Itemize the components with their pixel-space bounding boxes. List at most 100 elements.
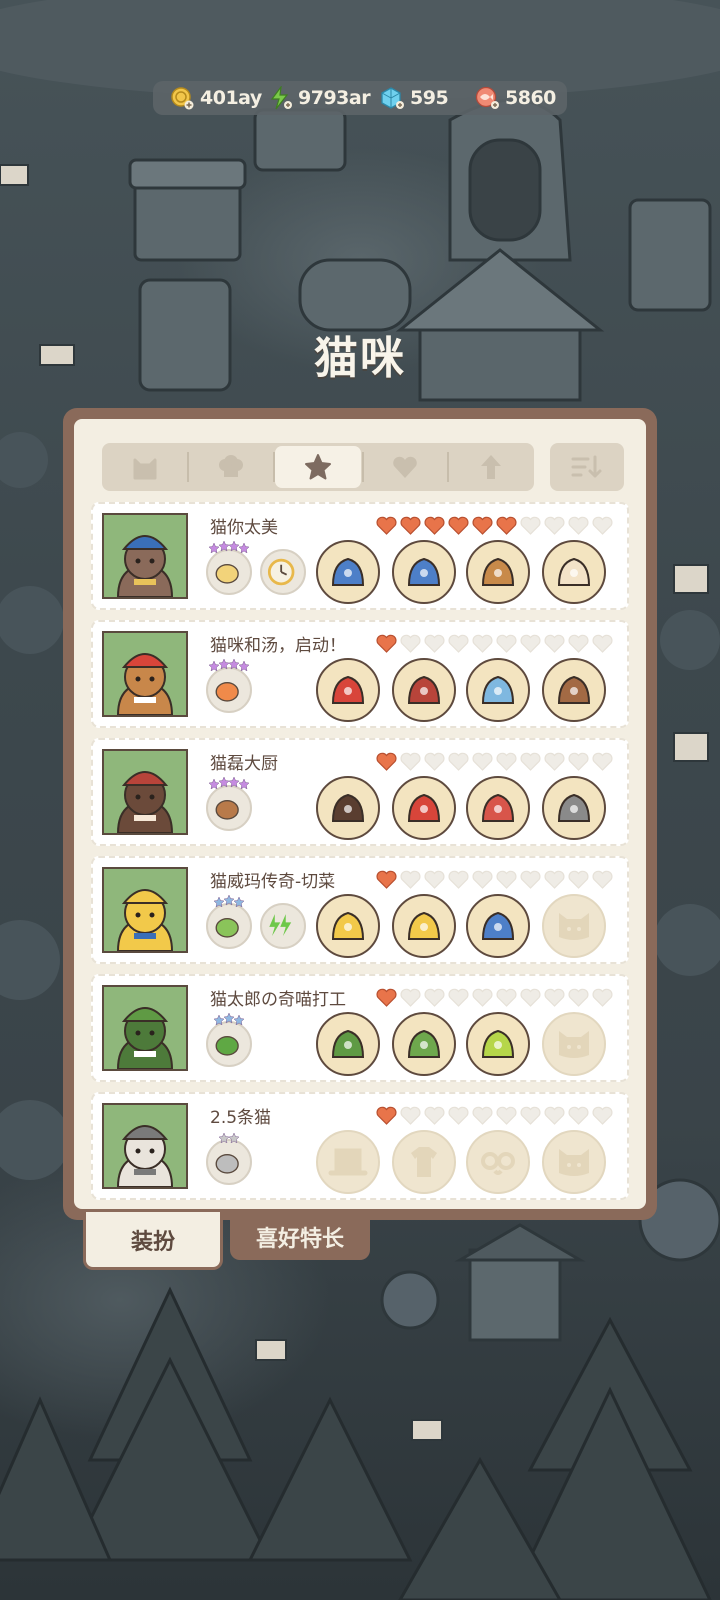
cat-portrait[interactable]	[102, 867, 188, 953]
skill-badge[interactable]	[260, 903, 306, 949]
cat-name: 猫威玛传奇-切菜	[210, 872, 336, 892]
heart-filled-icon	[376, 516, 397, 535]
cat-portrait[interactable]	[102, 513, 188, 599]
tab-outfit[interactable]: 装扮	[83, 1212, 223, 1270]
outfit-slot[interactable]	[542, 1130, 606, 1194]
blue-cap-icon	[331, 557, 365, 586]
energy-counter[interactable]: 9793ar	[268, 81, 371, 115]
heart-empty-icon	[520, 752, 541, 771]
heart-filled-icon	[376, 1106, 397, 1125]
outfit-slot[interactable]	[466, 776, 530, 840]
cat-portrait[interactable]	[102, 1103, 188, 1189]
cat-name: 猫磊大厨	[210, 754, 278, 774]
outfit-slot[interactable]	[316, 1130, 380, 1194]
outfit-slot[interactable]	[466, 1012, 530, 1076]
skill-stars	[218, 1132, 240, 1143]
tab-chef[interactable]	[188, 443, 274, 491]
tab-cats[interactable]	[102, 443, 188, 491]
cat-card[interactable]: 2.5条猫	[91, 1092, 629, 1200]
cat-avatar-icon	[104, 869, 186, 951]
outfit-slot[interactable]	[392, 540, 456, 604]
coin-icon	[171, 87, 194, 110]
cat-card[interactable]: 猫咪和汤，启动！	[91, 620, 629, 728]
heart-empty-icon	[520, 988, 541, 1007]
cat-portrait[interactable]	[102, 749, 188, 835]
outfit-slot[interactable]	[466, 1130, 530, 1194]
cat-avatar-icon	[104, 987, 186, 1069]
outfit-slot[interactable]	[542, 540, 606, 604]
affection-hearts	[376, 1106, 613, 1125]
cat-card[interactable]: 猫太郎の奇喵打工	[91, 974, 629, 1082]
outfit-slot[interactable]	[542, 894, 606, 958]
outfit-slot[interactable]	[316, 894, 380, 958]
heart-empty-icon	[424, 870, 445, 889]
outfit-slot[interactable]	[466, 658, 530, 722]
tab-preferences[interactable]: 喜好特长	[230, 1214, 370, 1260]
raccoon-icon	[557, 793, 591, 822]
heart-empty-icon	[424, 634, 445, 653]
skill-badge[interactable]	[206, 1139, 252, 1185]
outfit-slot[interactable]	[316, 540, 380, 604]
cat-card[interactable]: 猫威玛传奇-切菜	[91, 856, 629, 964]
heart-empty-icon	[400, 634, 421, 653]
gem-counter[interactable]: 595	[380, 81, 449, 115]
heart-filled-icon	[448, 516, 469, 535]
skill-stars	[208, 541, 250, 553]
skill-badge[interactable]	[206, 1021, 252, 1067]
skill-badge[interactable]	[206, 549, 252, 595]
cat-portrait[interactable]	[102, 985, 188, 1071]
tab-upgrade[interactable]	[448, 443, 534, 491]
heart-empty-icon	[544, 752, 565, 771]
outfit-slot[interactable]	[316, 1012, 380, 1076]
heart-empty-icon	[544, 1106, 565, 1125]
juice-bottle-icon	[215, 682, 239, 702]
tab-favorites[interactable]	[275, 446, 361, 488]
heart-filled-icon	[376, 752, 397, 771]
stopwatch-icon	[267, 558, 295, 586]
skill-badge[interactable]	[206, 667, 252, 713]
outfit-slot[interactable]	[392, 658, 456, 722]
heart-empty-icon	[520, 634, 541, 653]
tab-affection[interactable]	[362, 443, 448, 491]
outfit-slot[interactable]	[392, 894, 456, 958]
skill-badge[interactable]	[206, 785, 252, 831]
outfit-slot[interactable]	[316, 776, 380, 840]
heart-empty-icon	[448, 634, 469, 653]
heart-empty-icon	[544, 988, 565, 1007]
heart-empty-icon	[400, 870, 421, 889]
skill-stars	[213, 1013, 245, 1025]
outfit-slot[interactable]	[392, 1012, 456, 1076]
heart-empty-icon	[448, 752, 469, 771]
affection-hearts	[376, 516, 613, 535]
fish-counter[interactable]: 5860	[475, 81, 556, 115]
cat-name: 猫你太美	[210, 518, 278, 538]
skill-badge[interactable]	[260, 549, 306, 595]
coin-value: 401ay	[200, 87, 262, 109]
sort-icon	[571, 455, 602, 478]
cat-portrait[interactable]	[102, 631, 188, 717]
outfit-slot[interactable]	[542, 658, 606, 722]
blue-vest-icon	[407, 557, 441, 586]
outfit-slot[interactable]	[542, 1012, 606, 1076]
heart-filled-icon	[424, 516, 445, 535]
cat-card[interactable]: 猫你太美	[91, 502, 629, 610]
outfit-slot[interactable]	[466, 540, 530, 604]
outfit-slot[interactable]	[466, 894, 530, 958]
locked-pet-icon	[559, 1149, 589, 1176]
heart-empty-icon	[496, 988, 517, 1007]
heart-empty-icon	[544, 516, 565, 535]
outfit-slot[interactable]	[392, 1130, 456, 1194]
coin-counter[interactable]: 401ay	[170, 81, 262, 115]
fish-icon	[475, 86, 499, 109]
outfit-slot[interactable]	[542, 776, 606, 840]
yellow-raincoat-icon	[407, 911, 441, 940]
teddy-bear-icon	[481, 557, 515, 586]
cat-card[interactable]: 猫磊大厨	[91, 738, 629, 846]
skill-badge[interactable]	[206, 903, 252, 949]
energy-value: 9793ar	[298, 87, 371, 109]
heart-icon	[393, 456, 417, 478]
sort-button[interactable]	[550, 443, 624, 491]
outfit-slot[interactable]	[392, 776, 456, 840]
heart-empty-icon	[568, 516, 589, 535]
outfit-slot[interactable]	[316, 658, 380, 722]
